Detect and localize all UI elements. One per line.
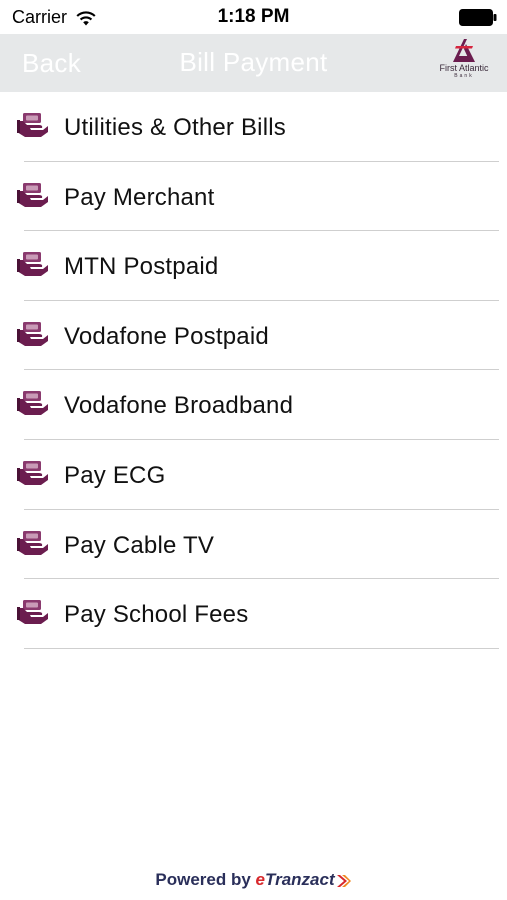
list-item-label: MTN Postpaid — [64, 253, 219, 281]
hand-money-icon — [17, 600, 48, 625]
powered-by-label: Powered by — [155, 870, 251, 889]
hand-money-icon — [17, 113, 48, 137]
hand-money-icon — [17, 530, 48, 555]
bill-item-vodafone-postpaid[interactable]: Vodafone Postpaid — [0, 301, 507, 371]
logo-name: First Atlantic — [439, 63, 489, 73]
brand-e: e — [255, 870, 265, 889]
list-item-label: Vodafone Broadband — [64, 392, 294, 420]
screen: Carrier 1:18 PM Back Bill Payment First … — [0, 0, 507, 900]
bill-item-utilities-other-bills[interactable]: Utilities & Other Bills — [0, 92, 507, 162]
first-atlantic-logo-icon — [453, 39, 475, 62]
list-item-label: Pay Merchant — [64, 183, 215, 211]
etranzact-brand: eTranzact — [256, 870, 335, 889]
list-item-label: Pay ECG — [64, 461, 166, 489]
bank-logo: First Atlantic Bank — [429, 36, 499, 90]
list-item-label: Pay Cable TV — [64, 531, 215, 559]
hand-money-icon — [17, 321, 48, 346]
status-bar: Carrier 1:18 PM — [0, 0, 507, 34]
bill-item-pay-ecg[interactable]: Pay ECG — [0, 440, 507, 510]
battery-icon — [459, 9, 497, 26]
footer: Powered by eTranzact — [0, 870, 507, 890]
bill-item-pay-cable-tv[interactable]: Pay Cable TV — [0, 510, 507, 580]
list-item-label: Vodafone Postpaid — [64, 322, 269, 350]
status-time: 1:18 PM — [217, 6, 290, 27]
hand-money-icon — [17, 182, 48, 207]
row-divider — [24, 647, 499, 649]
brand-rest: Tranzact — [265, 870, 335, 889]
bill-item-vodafone-broadband[interactable]: Vodafone Broadband — [0, 370, 507, 440]
hand-money-icon — [17, 460, 48, 485]
bill-item-pay-merchant[interactable]: Pay Merchant — [0, 162, 507, 232]
hand-money-icon — [17, 252, 48, 277]
bill-item-mtn-postpaid[interactable]: MTN Postpaid — [0, 231, 507, 301]
list-item-label: Pay School Fees — [64, 601, 249, 629]
logo-sub: Bank — [454, 73, 474, 79]
nav-bar: Back Bill Payment First Atlantic Bank — [0, 34, 507, 92]
etranzact-arrow-icon — [336, 874, 351, 887]
list-item-label: Utilities & Other Bills — [64, 114, 286, 141]
hand-money-icon — [17, 391, 48, 416]
bill-item-pay-school-fees[interactable]: Pay School Fees — [0, 579, 507, 649]
bill-list: Utilities & Other Bills Pay Merchant MTN… — [0, 92, 507, 649]
